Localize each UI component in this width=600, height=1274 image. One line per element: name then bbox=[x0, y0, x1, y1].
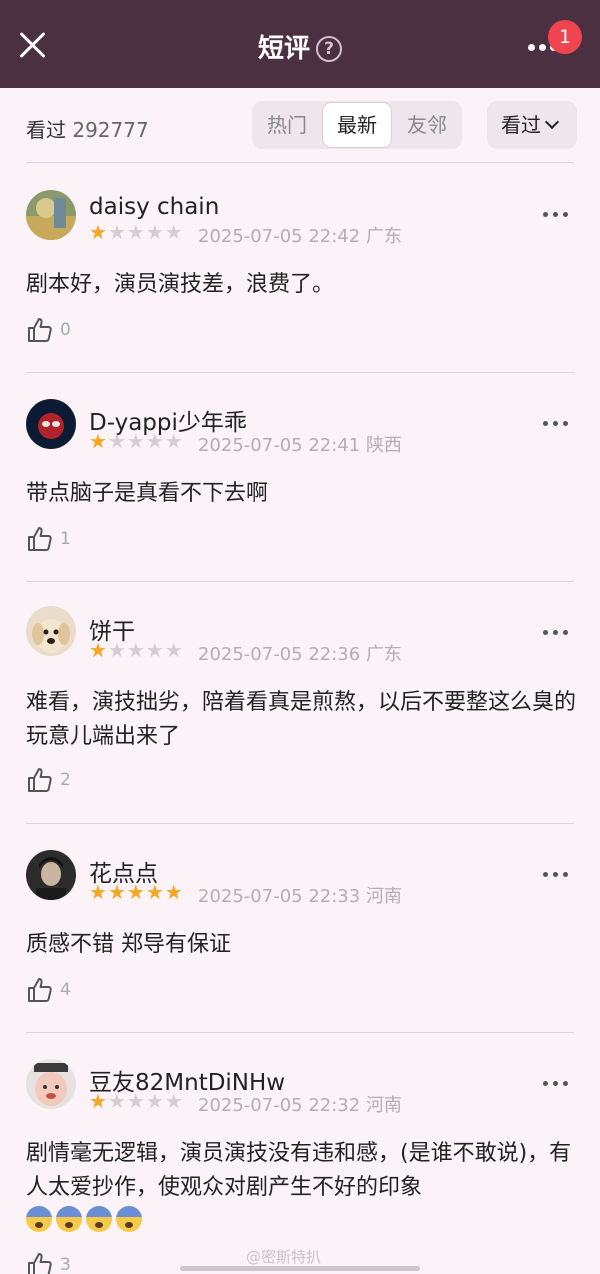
review-meta: 2025-07-05 22:33 河南 bbox=[198, 882, 402, 908]
more-icon[interactable] bbox=[543, 421, 569, 429]
review-text: 剧本好，演员演技差，浪费了。 bbox=[26, 272, 335, 297]
review-text: 带点脑子是真看不下去啊 bbox=[26, 481, 269, 506]
avatar[interactable] bbox=[26, 606, 76, 656]
tab-hot[interactable]: 热门 bbox=[252, 101, 322, 149]
avatar[interactable] bbox=[26, 190, 76, 240]
chevron-down-icon bbox=[544, 114, 560, 130]
review-location: 广东 bbox=[365, 226, 402, 247]
review-meta: 2025-07-05 22:42 广东 bbox=[198, 222, 402, 248]
divider bbox=[26, 581, 574, 582]
review-text: 质感不错 郑导有保证 bbox=[26, 932, 231, 957]
page-title-wrap: 短评? bbox=[0, 28, 600, 65]
anxious-face-icon bbox=[116, 1206, 142, 1232]
thumbs-up-icon bbox=[28, 1253, 52, 1274]
help-icon[interactable]: ? bbox=[316, 36, 342, 62]
review-meta: 2025-07-05 22:36 广东 bbox=[198, 640, 402, 666]
avatar[interactable] bbox=[26, 1059, 76, 1109]
seen-number: 292777 bbox=[72, 118, 149, 142]
rating-stars: ★★★★★ bbox=[89, 880, 184, 904]
review-text: 难看，演技拙劣，陪着看真是煎熬，以后不要整这么臭的玩意儿端出来了 bbox=[26, 690, 577, 749]
rating-stars: ★★★★★ bbox=[89, 220, 184, 244]
review-text-wrap: 剧情毫无逻辑，演员演技没有违和感，(是谁不敢说)，有人太爱抄作，使观众对剧产生不… bbox=[26, 1137, 578, 1239]
review-time: 2025-07-05 22:42 bbox=[198, 226, 361, 247]
review-location: 河南 bbox=[365, 1095, 402, 1116]
sort-tabs: 热门 最新 友邻 bbox=[252, 101, 462, 149]
avatar[interactable] bbox=[26, 399, 76, 449]
like-count: 4 bbox=[60, 980, 71, 1000]
like-count: 0 bbox=[60, 320, 71, 340]
review-location: 河南 bbox=[365, 886, 402, 907]
more-icon[interactable] bbox=[543, 212, 569, 220]
more-icon[interactable] bbox=[543, 1081, 569, 1089]
thumbs-up-icon bbox=[28, 768, 52, 792]
page-title: 短评 bbox=[257, 34, 310, 64]
home-indicator[interactable] bbox=[180, 1266, 420, 1271]
review-time: 2025-07-05 22:33 bbox=[198, 886, 361, 907]
review-text: 剧情毫无逻辑，演员演技没有违和感，(是谁不敢说)，有人太爱抄作，使观众对剧产生不… bbox=[26, 1141, 572, 1200]
rating-stars: ★★★★★ bbox=[89, 429, 184, 453]
more-icon[interactable] bbox=[543, 872, 569, 880]
like-count: 2 bbox=[60, 770, 71, 790]
review-location: 陕西 bbox=[365, 435, 402, 456]
watermark: @密斯特扒 bbox=[246, 1248, 322, 1266]
username[interactable]: daisy chain bbox=[89, 194, 219, 220]
review-time: 2025-07-05 22:32 bbox=[198, 1095, 361, 1116]
review-meta: 2025-07-05 22:32 河南 bbox=[198, 1091, 402, 1117]
divider bbox=[26, 823, 574, 824]
review-time: 2025-07-05 22:36 bbox=[198, 644, 361, 665]
notification-badge[interactable]: 1 bbox=[548, 20, 582, 54]
anxious-face-icon bbox=[86, 1206, 112, 1232]
sub-header: 看过 292777 热门 最新 友邻 看过 bbox=[0, 88, 600, 164]
review-meta: 2025-07-05 22:41 陕西 bbox=[198, 431, 402, 457]
like-count: 3 bbox=[60, 1255, 71, 1274]
more-icon[interactable] bbox=[543, 630, 569, 638]
anxious-face-icon bbox=[56, 1206, 82, 1232]
thumbs-up-icon bbox=[28, 527, 52, 551]
tab-latest[interactable]: 最新 bbox=[322, 102, 392, 148]
review-location: 广东 bbox=[365, 644, 402, 665]
filter-label: 看过 bbox=[501, 113, 541, 137]
rating-stars: ★★★★★ bbox=[89, 1089, 184, 1113]
tab-friends[interactable]: 友邻 bbox=[392, 101, 462, 149]
divider bbox=[26, 162, 574, 163]
top-bar: 短评? 1 bbox=[0, 0, 600, 88]
seen-count: 看过 292777 bbox=[26, 114, 149, 143]
filter-dropdown[interactable]: 看过 bbox=[487, 101, 577, 149]
thumbs-up-icon bbox=[28, 318, 52, 342]
divider bbox=[26, 1032, 574, 1033]
seen-label: 看过 bbox=[26, 118, 66, 142]
like-count: 1 bbox=[60, 529, 71, 549]
rating-stars: ★★★★★ bbox=[89, 638, 184, 662]
anxious-face-icon bbox=[26, 1206, 52, 1232]
thumbs-up-icon bbox=[28, 978, 52, 1002]
avatar[interactable] bbox=[26, 850, 76, 900]
review-time: 2025-07-05 22:41 bbox=[198, 435, 361, 456]
divider bbox=[26, 372, 574, 373]
